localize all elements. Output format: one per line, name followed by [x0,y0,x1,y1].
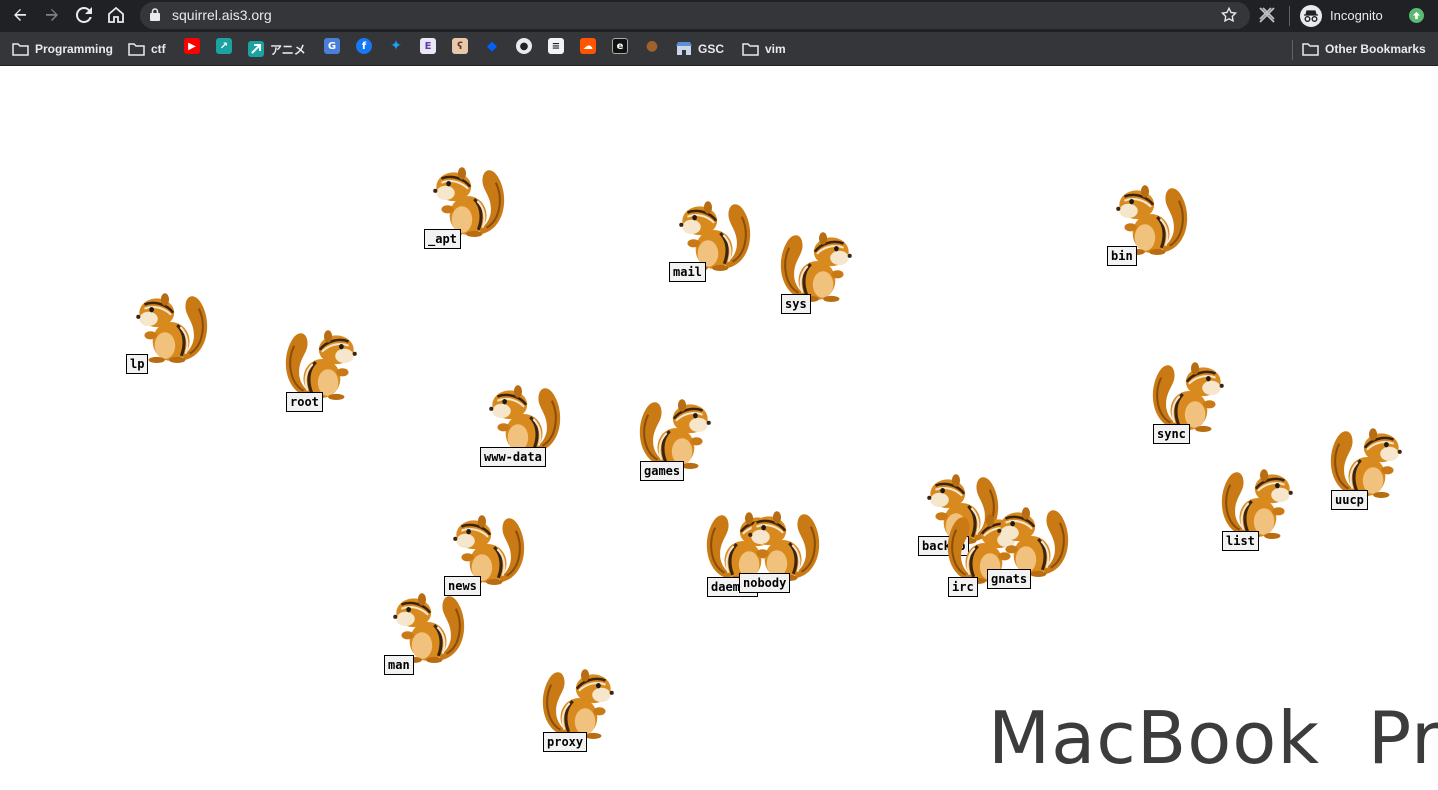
bear-icon[interactable]: ʕ [452,38,468,54]
squirrel-icon-sys[interactable] [780,221,862,303]
squirrel-icon-man[interactable] [383,582,465,664]
store-icon [676,42,692,55]
docs-icon[interactable]: ≡ [548,38,564,54]
squirrel-page: lp _apt mail sys bin root www-data games… [0,66,1438,790]
folder-icon [742,42,759,56]
e-icon[interactable]: E [420,38,436,54]
bookmark-folder-ctf[interactable]: ctf [128,38,166,60]
squirrel-icon-www-data[interactable] [479,374,561,456]
squirrel-icon-list[interactable] [1221,458,1303,540]
bookmark-label: Other Bookmarks [1325,42,1426,56]
back-button[interactable] [8,3,32,27]
soundcloud-icon[interactable]: ☁ [580,38,596,54]
squirrel-icon-games[interactable] [639,388,721,470]
bookmark-label: vim [765,42,786,56]
teal-app-icon [248,41,264,57]
bookmark-folder-other[interactable]: Other Bookmarks [1302,38,1426,60]
user-label-sys[interactable]: sys [781,294,811,314]
folder-icon [12,42,29,56]
user-label-bin[interactable]: bin [1107,246,1137,266]
user-label-irc[interactable]: irc [948,577,978,597]
lock-icon [150,8,160,26]
squirrel-icon-bin[interactable] [1106,174,1188,256]
folder-icon [1302,42,1319,56]
squirrel-icon-lp[interactable] [126,282,208,364]
facebook-icon[interactable]: f [356,38,372,54]
user-label-games[interactable]: games [640,461,685,481]
github-icon[interactable]: ● [516,38,532,54]
bookmark-star-icon[interactable] [1220,6,1238,29]
bookmark-label: Programming [35,42,114,56]
bookmark-folder-programming[interactable]: Programming [12,38,113,60]
home-icon [108,7,124,23]
squirrel-icon-nobody[interactable] [738,500,820,582]
reload-icon [76,7,92,23]
extension-icon[interactable] [1258,6,1276,29]
user-label-www-data[interactable]: www-data [480,447,546,467]
user-label-mail[interactable]: mail [669,262,706,282]
user-label-gnats[interactable]: gnats [987,569,1032,589]
browser-toolbar: squirrel.ais3.org Incognito [0,0,1438,32]
user-label-sync[interactable]: sync [1153,424,1190,444]
chestnut-icon[interactable]: ● [644,38,660,54]
user-label-proxy[interactable]: proxy [543,732,588,752]
dropbox-icon[interactable]: ◆ [484,38,500,54]
user-label-apt[interactable]: _apt [424,229,461,249]
squirrel-icon-mail[interactable] [669,190,751,272]
folder-icon [128,42,145,56]
twitter-icon[interactable]: ✦ [388,38,404,54]
bookmark-folder-vim[interactable]: vim [742,38,786,60]
user-label-list[interactable]: list [1222,531,1259,551]
squirrel-icon-root[interactable] [285,319,367,401]
squirrel-icon-apt[interactable] [423,156,505,238]
squirrel-icon-news[interactable] [443,504,525,586]
profile-label: Incognito [1330,8,1383,23]
squirrel-icon-proxy[interactable] [542,658,624,740]
google-translate-icon[interactable]: G [324,38,340,54]
arrow-left-icon [14,9,26,21]
user-label-lp[interactable]: lp [126,354,149,374]
home-button[interactable] [104,3,128,27]
reload-button[interactable] [72,3,96,27]
squirrel-icon-gnats[interactable] [987,496,1069,578]
forward-button[interactable] [40,3,64,27]
bookmark-label: GSC [698,42,725,56]
youtube-icon[interactable]: ▶ [184,38,200,54]
url-text[interactable]: squirrel.ais3.org [172,7,272,23]
update-icon[interactable] [1409,8,1424,23]
bookmark-gsc[interactable]: GSC [676,38,724,60]
toolbar-divider [1289,6,1290,26]
bookmark-anime[interactable]: アニメ [248,38,306,60]
user-label-man[interactable]: man [384,655,414,675]
teal-app-icon[interactable]: ↗ [216,38,232,54]
user-label-uucp[interactable]: uucp [1331,490,1368,510]
profile-button[interactable]: Incognito [1300,3,1383,28]
user-label-nobody[interactable]: nobody [739,573,791,593]
e-dark-icon[interactable]: e [612,38,628,54]
squirrel-icon-uucp[interactable] [1330,417,1412,499]
incognito-icon [1300,4,1322,27]
macbook-pro-watermark: MacBook Pro [988,696,1438,780]
bookmark-label: アニメ [270,42,306,57]
user-label-root[interactable]: root [286,392,323,412]
bookmark-label: ctf [151,42,166,56]
arrow-right-icon [46,9,58,21]
address-bar[interactable]: squirrel.ais3.org [140,2,1250,29]
bookmarks-divider [1292,40,1293,60]
squirrel-icon-sync[interactable] [1152,351,1234,433]
